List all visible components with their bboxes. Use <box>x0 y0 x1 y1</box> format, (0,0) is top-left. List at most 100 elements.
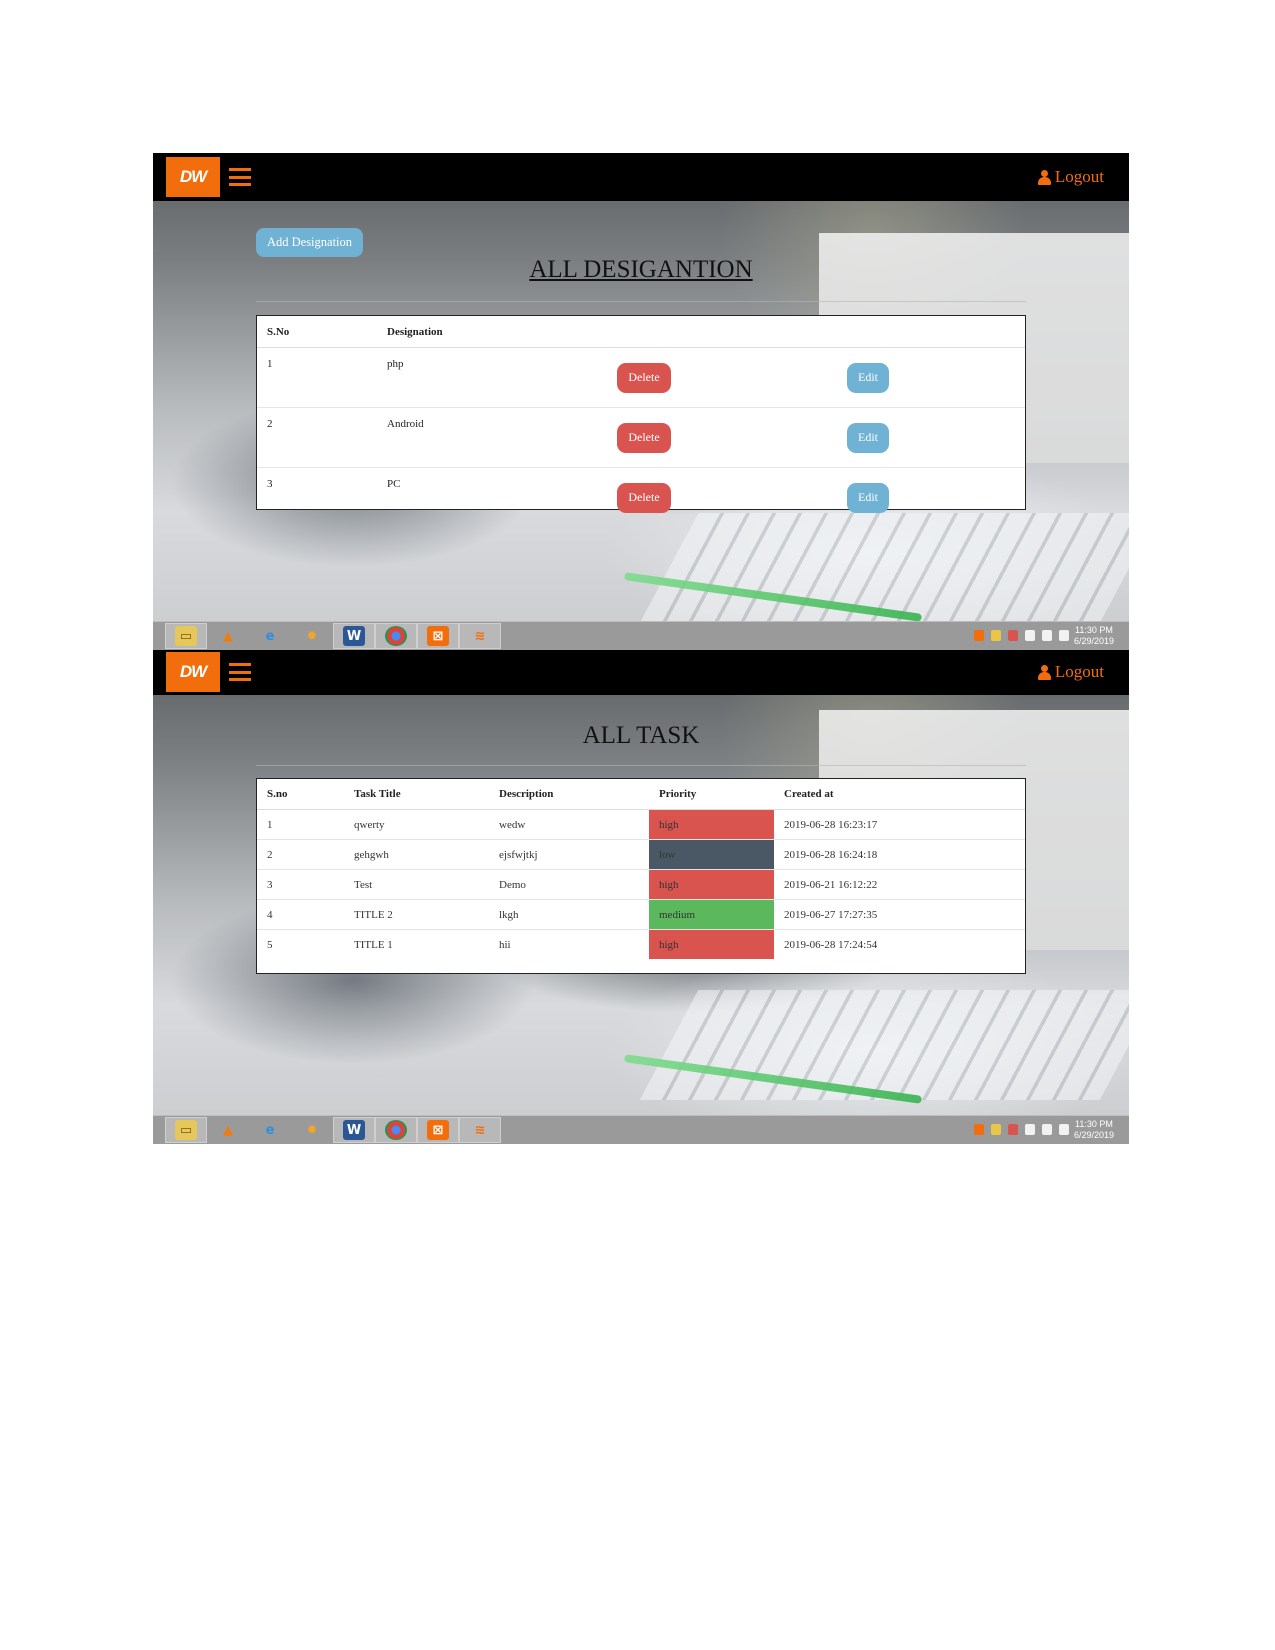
cell-task-title: TITLE 2 <box>344 899 489 930</box>
app-logo[interactable]: DW <box>166 157 220 197</box>
background-keyboard <box>639 990 1129 1100</box>
word-icon[interactable]: W <box>343 1120 365 1140</box>
warning-tray-icon[interactable] <box>991 1124 1001 1135</box>
settings-app-icon[interactable]: ✹ <box>301 626 323 646</box>
xampp-icon[interactable]: ⊠ <box>427 1120 449 1140</box>
volume-icon[interactable] <box>1042 1124 1052 1135</box>
cell-created-at: 2019-06-28 17:24:54 <box>774 929 1025 959</box>
divider <box>256 765 1026 766</box>
vlc-icon[interactable]: ▲ <box>217 1120 239 1140</box>
task-table: S.no Task Title Description Priority Cre… <box>257 779 1025 959</box>
cell-designation: php <box>377 347 607 408</box>
vlc-icon[interactable]: ▲ <box>217 626 239 646</box>
logout-label: Logout <box>1054 167 1104 186</box>
column-header-empty <box>607 316 837 348</box>
cell-priority: high <box>649 809 774 840</box>
menu-toggle-icon[interactable] <box>229 663 251 681</box>
delete-button[interactable]: Delete <box>617 422 671 453</box>
chrome-icon[interactable] <box>385 1120 407 1140</box>
cell-created-at: 2019-06-28 16:23:17 <box>774 809 1025 840</box>
cell-sno: 1 <box>257 347 377 408</box>
table-row: 2 gehgwh ejsfwjtkj low 2019-06-28 16:24:… <box>257 839 1025 870</box>
cell-created-at: 2019-06-21 16:12:22 <box>774 869 1025 900</box>
top-navbar: DW Logout <box>153 153 1129 201</box>
edit-button[interactable]: Edit <box>847 362 889 393</box>
internet-explorer-icon[interactable]: e <box>259 626 281 646</box>
top-navbar: DW Logout <box>153 650 1129 695</box>
user-icon <box>1037 169 1051 185</box>
column-header: Designation <box>377 316 607 348</box>
cell-task-title: TITLE 1 <box>344 929 489 959</box>
word-icon[interactable]: W <box>343 626 365 646</box>
taskbar-clock[interactable]: 11:30 PM 6/29/2019 <box>1074 1119 1114 1141</box>
sublime-icon[interactable]: ≋ <box>469 626 491 646</box>
table-row: 1 qwerty wedw high 2019-06-28 16:23:17 <box>257 809 1025 840</box>
edit-button[interactable]: Edit <box>847 422 889 453</box>
cell-sno: 2 <box>257 407 377 468</box>
battery-icon[interactable] <box>1025 1124 1035 1135</box>
cell-description: wedw <box>489 809 649 840</box>
system-tray <box>974 1124 1069 1135</box>
cell-sno: 3 <box>257 467 377 527</box>
table-header-row: S.No Designation <box>257 316 1025 348</box>
page-title: ALL DESIGANTION <box>529 256 753 283</box>
cell-priority: low <box>649 839 774 870</box>
task-table-panel: S.no Task Title Description Priority Cre… <box>256 778 1026 974</box>
cell-task-title: Test <box>344 869 489 900</box>
column-header-empty <box>837 316 1025 348</box>
taskbar-clock[interactable]: 11:30 PM 6/29/2019 <box>1074 625 1114 647</box>
designation-table-panel: S.No Designation 1 php Delete Edit 2 And… <box>256 315 1026 527</box>
internet-explorer-icon[interactable]: e <box>259 1120 281 1140</box>
add-designation-button[interactable]: Add Designation <box>256 228 363 257</box>
battery-icon[interactable] <box>1025 630 1035 641</box>
logout-link[interactable]: Logout <box>1037 662 1104 682</box>
menu-toggle-icon[interactable] <box>229 168 251 186</box>
cell-description: hii <box>489 929 649 959</box>
app-logo[interactable]: DW <box>166 652 220 692</box>
flag-tray-icon[interactable] <box>1008 1124 1018 1135</box>
chrome-icon[interactable] <box>385 626 407 646</box>
warning-tray-icon[interactable] <box>991 630 1001 641</box>
screenshot-tasks: DW Logout ALL TASK S.no Task Title Descr… <box>153 650 1129 1144</box>
file-explorer-icon[interactable]: ▭ <box>175 626 197 646</box>
edit-button[interactable]: Edit <box>847 482 889 513</box>
delete-button[interactable]: Delete <box>617 482 671 513</box>
column-header: Created at <box>774 779 1025 810</box>
xampp-icon[interactable]: ⊠ <box>427 626 449 646</box>
divider <box>256 301 1026 302</box>
clock-time: 11:30 PM <box>1075 1119 1113 1129</box>
system-tray <box>974 630 1069 641</box>
xampp-tray-icon[interactable] <box>974 630 984 641</box>
cell-sno: 2 <box>257 839 344 870</box>
cell-priority: high <box>649 869 774 900</box>
cell-task-title: qwerty <box>344 809 489 840</box>
table-row: 3 PC Delete Edit <box>257 467 1025 527</box>
table-header-row: S.no Task Title Description Priority Cre… <box>257 779 1025 810</box>
cell-description: Demo <box>489 869 649 900</box>
volume-icon[interactable] <box>1042 630 1052 641</box>
page-title: ALL TASK <box>582 722 700 749</box>
column-header: Priority <box>649 779 774 810</box>
file-explorer-icon[interactable]: ▭ <box>175 1120 197 1140</box>
xampp-tray-icon[interactable] <box>974 1124 984 1135</box>
column-header: Description <box>489 779 649 810</box>
cell-description: lkgh <box>489 899 649 930</box>
table-row: 3 Test Demo high 2019-06-21 16:12:22 <box>257 869 1025 900</box>
flag-tray-icon[interactable] <box>1008 630 1018 641</box>
network-icon[interactable] <box>1059 630 1069 641</box>
column-header: Task Title <box>344 779 489 810</box>
sublime-icon[interactable]: ≋ <box>469 1120 491 1140</box>
table-row: 5 TITLE 1 hii high 2019-06-28 17:24:54 <box>257 929 1025 959</box>
cell-sno: 1 <box>257 809 344 840</box>
cell-priority: high <box>649 929 774 959</box>
background-keyboard <box>639 513 1129 623</box>
network-icon[interactable] <box>1059 1124 1069 1135</box>
logout-link[interactable]: Logout <box>1037 167 1104 187</box>
logout-label: Logout <box>1054 662 1104 681</box>
delete-button[interactable]: Delete <box>617 362 671 393</box>
cell-sno: 5 <box>257 929 344 959</box>
clock-date: 6/29/2019 <box>1073 1130 1114 1140</box>
screenshot-designations: DW Logout Add Designation ALL DESIGANTIO… <box>153 153 1129 650</box>
settings-app-icon[interactable]: ✹ <box>301 1120 323 1140</box>
cell-priority: medium <box>649 899 774 930</box>
